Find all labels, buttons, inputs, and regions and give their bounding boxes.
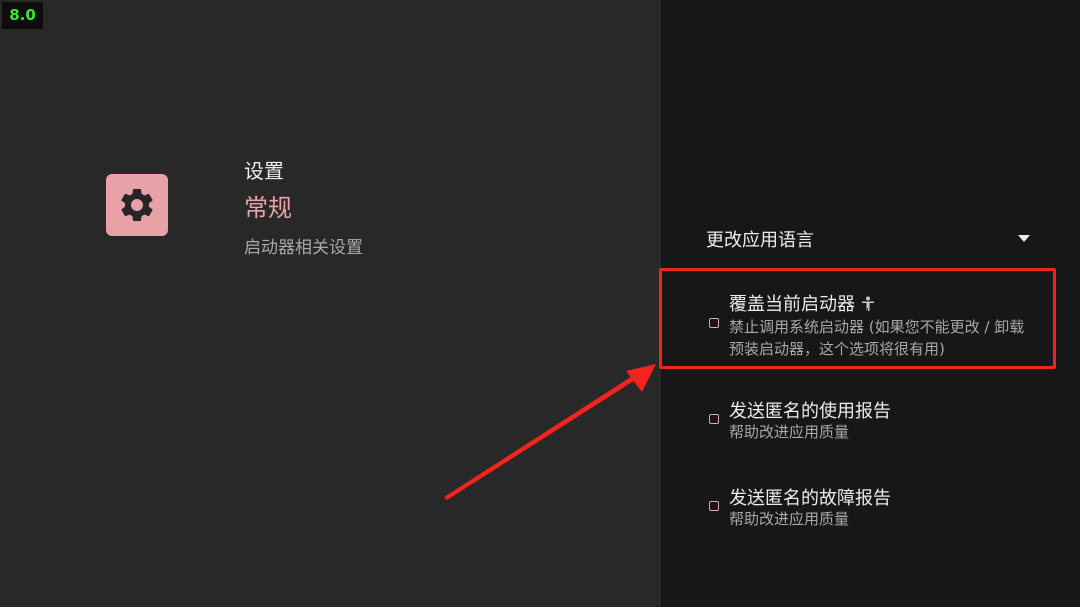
option-description: 帮助改进应用质量 (729, 510, 850, 528)
option-send-crash-report[interactable]: 发送匿名的故障报告 帮助改进应用质量 (709, 484, 1039, 534)
override-launcher-checkbox[interactable] (709, 318, 719, 328)
option-title: 发送匿名的使用报告 (729, 401, 891, 422)
screen: 设置 常规 启动器相关设置 8.0 更改应用语言 覆盖当前启动器 禁止调用系统启… (0, 0, 1080, 607)
option-title: 发送匿名的故障报告 (729, 488, 891, 509)
usage-report-checkbox[interactable] (709, 414, 719, 424)
fps-counter: 8.0 (2, 2, 43, 29)
settings-app-icon (106, 174, 168, 236)
option-description: 禁止调用系统启动器 (如果您不能更改 / 卸载预装启动器，这个选项将很有用) (729, 318, 1025, 358)
settings-label: 设置 (244, 159, 284, 183)
triangle-down-icon (1018, 235, 1030, 242)
change-language-dropdown[interactable]: 更改应用语言 (706, 226, 1036, 254)
category-title: 常规 (244, 194, 292, 222)
crash-report-checkbox[interactable] (709, 501, 719, 511)
option-title: 覆盖当前启动器 (729, 294, 855, 315)
category-description: 启动器相关设置 (244, 238, 363, 258)
accessibility-icon (862, 296, 874, 311)
option-send-usage-report[interactable]: 发送匿名的使用报告 帮助改进应用质量 (709, 397, 1039, 447)
option-override-launcher[interactable]: 覆盖当前启动器 禁止调用系统启动器 (如果您不能更改 / 卸载预装启动器，这个选… (709, 290, 1039, 358)
gear-icon (121, 189, 153, 221)
change-language-label: 更改应用语言 (706, 230, 814, 251)
left-panel: 设置 常规 启动器相关设置 (0, 0, 661, 607)
option-description: 帮助改进应用质量 (729, 423, 850, 441)
